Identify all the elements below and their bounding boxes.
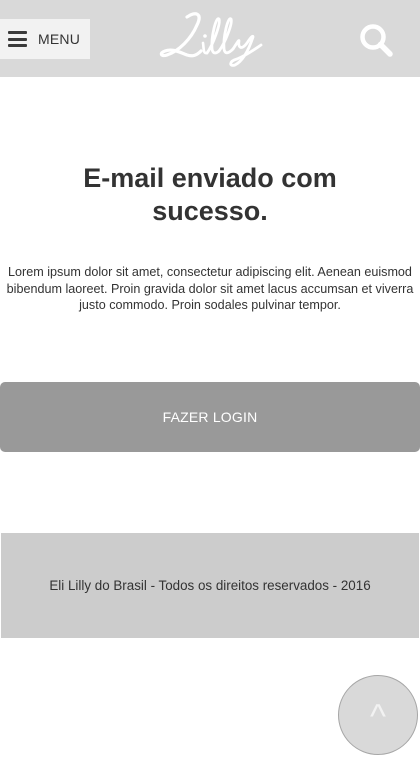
- copyright-text: Eli Lilly do Brasil - Todos os direitos …: [49, 578, 371, 593]
- login-button[interactable]: FAZER LOGIN: [0, 382, 420, 452]
- back-to-top-button[interactable]: ^: [338, 675, 418, 755]
- page: MENU E-mail enviado com sucesso. Lorem i…: [0, 0, 420, 757]
- chevron-up-icon: ^: [370, 698, 386, 736]
- menu-button[interactable]: MENU: [0, 19, 90, 59]
- menu-label: MENU: [38, 31, 81, 47]
- hamburger-icon: [8, 31, 27, 47]
- header: MENU: [0, 0, 420, 77]
- search-icon[interactable]: [358, 22, 394, 58]
- confirmation-description: Lorem ipsum dolor sit amet, consectetur …: [6, 265, 414, 312]
- footer: Eli Lilly do Brasil - Todos os direitos …: [1, 533, 419, 638]
- lilly-logo[interactable]: [157, 9, 265, 69]
- page-title: E-mail enviado com sucesso.: [83, 163, 337, 226]
- login-button-label: FAZER LOGIN: [162, 409, 258, 425]
